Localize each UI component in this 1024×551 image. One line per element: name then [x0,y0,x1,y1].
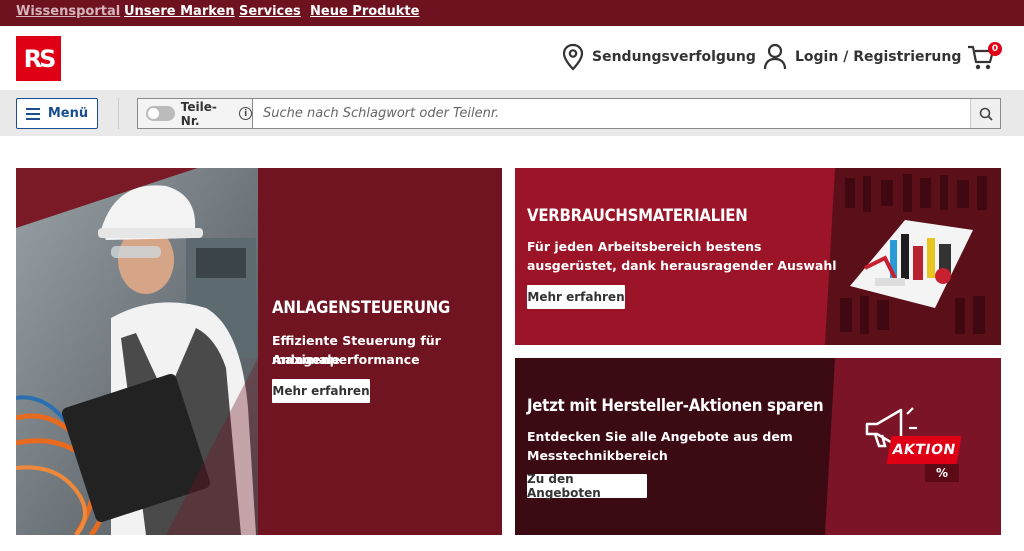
location-pin-icon [562,43,584,71]
aktion-percent-text: % [935,466,949,480]
topnav-link-services[interactable]: Services [239,4,301,19]
banner-text-line2: ausgerüstet, dank herausragender Auswahl [527,258,837,273]
hamburger-icon [25,107,40,120]
mehr-erfahren-button[interactable]: Mehr erfahren [272,379,370,403]
topnav-link-unsere-marken[interactable]: Unsere Marken [124,4,235,19]
search-row: Menü Teile-Nr. i [0,90,1024,136]
banner-text-line1: Für jeden Arbeitsbereich bestens [527,239,762,254]
search-input[interactable] [254,99,970,128]
banner-text-line1: Entdecken Sie alle Angebote aus dem [527,429,793,444]
banner-anlagensteuerung[interactable]: ANLAGENSTEUERUNG Effiziente Steuerung fü… [16,168,502,535]
cart-count-badge: 0 [988,42,1002,56]
banner-hersteller-aktionen[interactable]: AKTION % Jetzt mit Hersteller-Aktionen s… [515,358,1001,535]
part-number-toggle-label: Teile-Nr. [180,99,217,128]
menu-button[interactable]: Menü [16,98,98,129]
zu-den-angeboten-button[interactable]: Zu den Angeboten [527,472,647,500]
menu-label: Menü [47,106,89,121]
part-number-toggle-area: Teile-Nr. i [138,99,253,128]
tracking-link[interactable]: Sendungsverfolgung [562,43,756,71]
aktion-badge: AKTION [886,436,962,464]
banner-verbrauchsmaterialien[interactable]: VERBRAUCHSMATERIALIEN Für jeden Arbeitsb… [515,168,1001,345]
aktion-percent: % [925,464,959,482]
site-header: RS Sendungsverfolgung Login / Registrier… [0,26,1024,90]
search-icon [979,107,993,121]
banner-title: Jetzt mit Hersteller-Aktionen sparen [527,396,824,416]
login-label: Login / Registrierung [795,49,962,65]
rs-logo[interactable]: RS [16,36,61,81]
tracking-label: Sendungsverfolgung [592,49,756,65]
search-box: Teile-Nr. i [137,98,1001,129]
banner-text-line2: Messtechnikbereich [527,448,668,463]
aktion-badge-text: AKTION [891,442,957,458]
topnav-link-neue-produkte[interactable]: Neue Produkte [310,4,419,19]
divider [118,98,119,129]
topnav-link-wissensportal[interactable]: Wissensportal [16,4,120,19]
search-button[interactable] [970,99,1000,128]
part-number-toggle[interactable] [146,106,175,121]
user-icon [763,43,787,70]
banner-title: ANLAGENSTEUERUNG [272,298,451,318]
mehr-erfahren-button[interactable]: Mehr erfahren [527,285,625,309]
top-nav: Wissensportal Unsere Marken Services Neu… [0,0,1024,26]
info-icon[interactable]: i [239,107,252,120]
banner-text-line2: Anlagenperformance [272,352,420,367]
banner-title: VERBRAUCHSMATERIALIEN [527,206,748,226]
login-link[interactable]: Login / Registrierung [763,43,961,71]
